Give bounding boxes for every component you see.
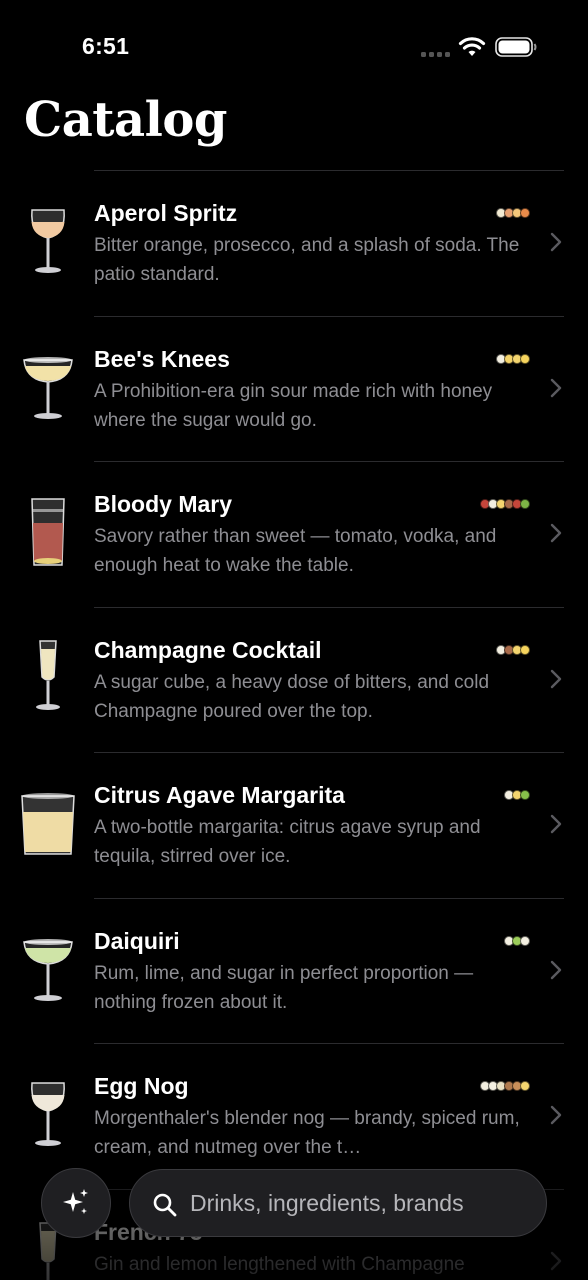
ai-assistant-button[interactable] (41, 1168, 111, 1238)
wifi-icon (458, 37, 486, 56)
search-icon (153, 1193, 177, 1217)
coupe-glass-icon (18, 346, 78, 426)
flavor-dot (520, 790, 530, 800)
search-input[interactable] (190, 1170, 530, 1236)
flavor-dots (496, 353, 530, 365)
chevron-right-icon (550, 378, 562, 397)
drink-name: Bloody Mary (94, 491, 233, 517)
drink-description: A Prohibition-era gin sour made rich wit… (94, 380, 493, 431)
row-divider (94, 461, 564, 462)
battery-icon (495, 37, 537, 57)
drink-name: Aperol Spritz (94, 200, 238, 226)
drink-row[interactable]: Champagne Cocktail A sugar cube, a heavy… (0, 606, 588, 753)
sparkles-icon (63, 1189, 88, 1214)
drink-name: Daiquiri (94, 927, 180, 954)
drink-name: Bee's Knees (94, 345, 230, 372)
page-title: Catalog (24, 92, 227, 148)
chevron-right-icon (550, 232, 562, 252)
drink-description: Morgenthaler's blender nog — brandy, spi… (94, 1108, 520, 1158)
drink-row[interactable]: Egg Nog Morgenthaler's blender nog — bra… (0, 1043, 588, 1189)
drink-row[interactable]: Aperol Spritz Bitter orange, prosecco, a… (0, 170, 588, 316)
row-divider (94, 897, 564, 899)
row-divider (94, 170, 564, 171)
drink-row[interactable]: Daiquiri Rum, lime, and sugar in perfect… (0, 897, 588, 1044)
drink-name: Champagne Cocktail (94, 636, 322, 663)
row-divider (94, 606, 564, 608)
drink-description: A sugar cube, a heavy dose of bitters, a… (94, 671, 490, 722)
flavor-dots (480, 498, 530, 510)
row-divider (94, 315, 564, 317)
chevron-right-icon (550, 1105, 562, 1125)
row-divider (94, 1043, 564, 1044)
flavor-dots (504, 789, 530, 801)
wine-glass-icon (18, 1073, 78, 1153)
highball-glass-icon (18, 491, 78, 571)
chevron-right-icon (550, 960, 562, 979)
chevron-right-icon (550, 1251, 562, 1270)
drink-description: A two-bottle margarita: citrus agave syr… (94, 817, 481, 867)
chevron-right-icon (550, 814, 562, 834)
flavor-dot (520, 499, 530, 509)
drink-description: Gin and lemon lengthened with Champagne (94, 1253, 465, 1275)
flute-glass-icon (18, 637, 78, 717)
flavor-dot (520, 208, 530, 218)
drink-list: Aperol Spritz Bitter orange, prosecco, a… (0, 170, 588, 1280)
drink-description: Rum, lime, and sugar in perfect proporti… (94, 962, 474, 1013)
flavor-dot (520, 644, 530, 655)
wine-glass-icon (18, 200, 78, 280)
status-bar: 6:51 (0, 0, 588, 96)
status-time: 6:51 (82, 33, 130, 59)
chevron-right-icon (550, 669, 562, 688)
search-bar[interactable] (129, 1169, 547, 1237)
drink-name: Egg Nog (94, 1073, 189, 1099)
flavor-dots (480, 1080, 530, 1092)
drink-row[interactable]: Citrus Agave Margarita A two-bottle marg… (0, 752, 588, 898)
flavor-dots (496, 644, 530, 656)
rocks-glass-icon (18, 782, 78, 862)
flavor-dot (520, 353, 530, 364)
row-divider (94, 752, 564, 753)
chevron-right-icon (550, 523, 562, 543)
drink-description: Savory rather than sweet — tomato, vodka… (94, 526, 497, 576)
coupe-glass-icon (18, 928, 78, 1008)
drink-name: Citrus Agave Margarita (94, 782, 345, 808)
flavor-dot (520, 1081, 530, 1091)
flavor-dots (496, 207, 530, 219)
flavor-dots (504, 935, 530, 947)
cellular-signal-icon (421, 52, 450, 57)
drink-description: Bitter orange, prosecco, and a splash of… (94, 235, 520, 285)
drink-row[interactable]: Bee's Knees A Prohibition-era gin sour m… (0, 315, 588, 462)
flavor-dot (520, 935, 530, 946)
drink-row[interactable]: Bloody Mary Savory rather than sweet — t… (0, 461, 588, 607)
